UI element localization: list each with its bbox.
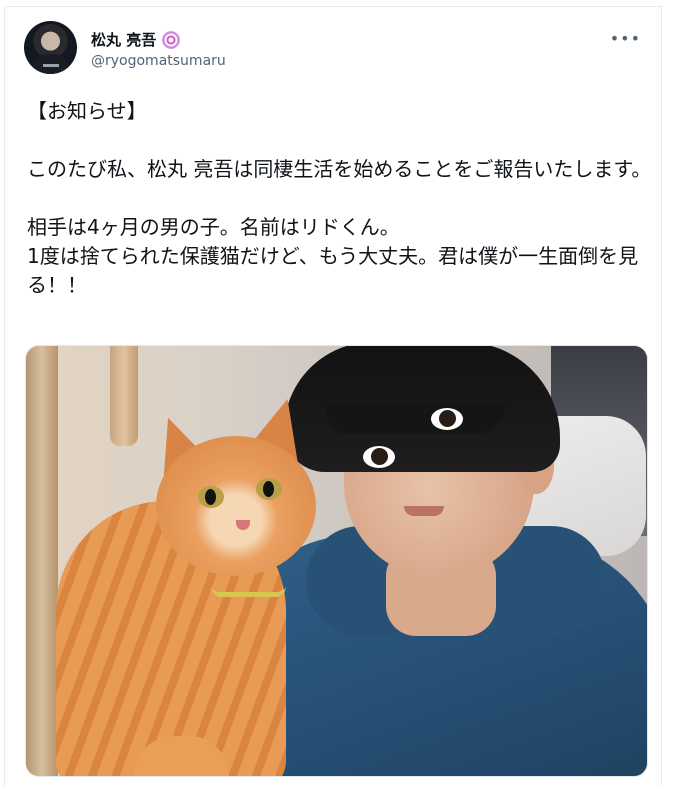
tweet-text: 【お知らせ】 このたび私、松丸 亮吾は同棲生活を始めることをご報告いたします。 … xyxy=(27,99,652,297)
photo-cat-left-eye xyxy=(198,486,224,508)
author-handle[interactable]: @ryogomatsumaru xyxy=(91,53,226,69)
tweet-card: 松丸 亮吾 @ryogomatsumaru ••• 【お知らせ】 このたび私、松… xyxy=(4,6,662,786)
photo-cat-tower-post xyxy=(26,346,58,776)
more-options-button[interactable]: ••• xyxy=(610,31,641,47)
verified-badge-icon xyxy=(162,30,181,49)
photo-cat-right-eye xyxy=(256,478,282,500)
photo-person-right-eye xyxy=(431,408,463,430)
avatar[interactable] xyxy=(24,21,77,74)
photo-person-left-eye xyxy=(363,446,395,468)
tweet-screenshot: 松丸 亮吾 @ryogomatsumaru ••• 【お知らせ】 このたび私、松… xyxy=(0,0,673,786)
photo-cat-head xyxy=(156,436,316,576)
photo-scratch-post xyxy=(110,346,138,446)
author-name-row: 松丸 亮吾 xyxy=(91,29,181,50)
avatar-shirt-text xyxy=(43,64,59,67)
photo-person-mouth xyxy=(404,506,444,516)
tweet-photo[interactable] xyxy=(25,345,648,777)
author-display-name[interactable]: 松丸 亮吾 xyxy=(91,29,156,50)
photo-person-fringe xyxy=(326,404,506,434)
photo-cat-collar xyxy=(211,576,286,597)
